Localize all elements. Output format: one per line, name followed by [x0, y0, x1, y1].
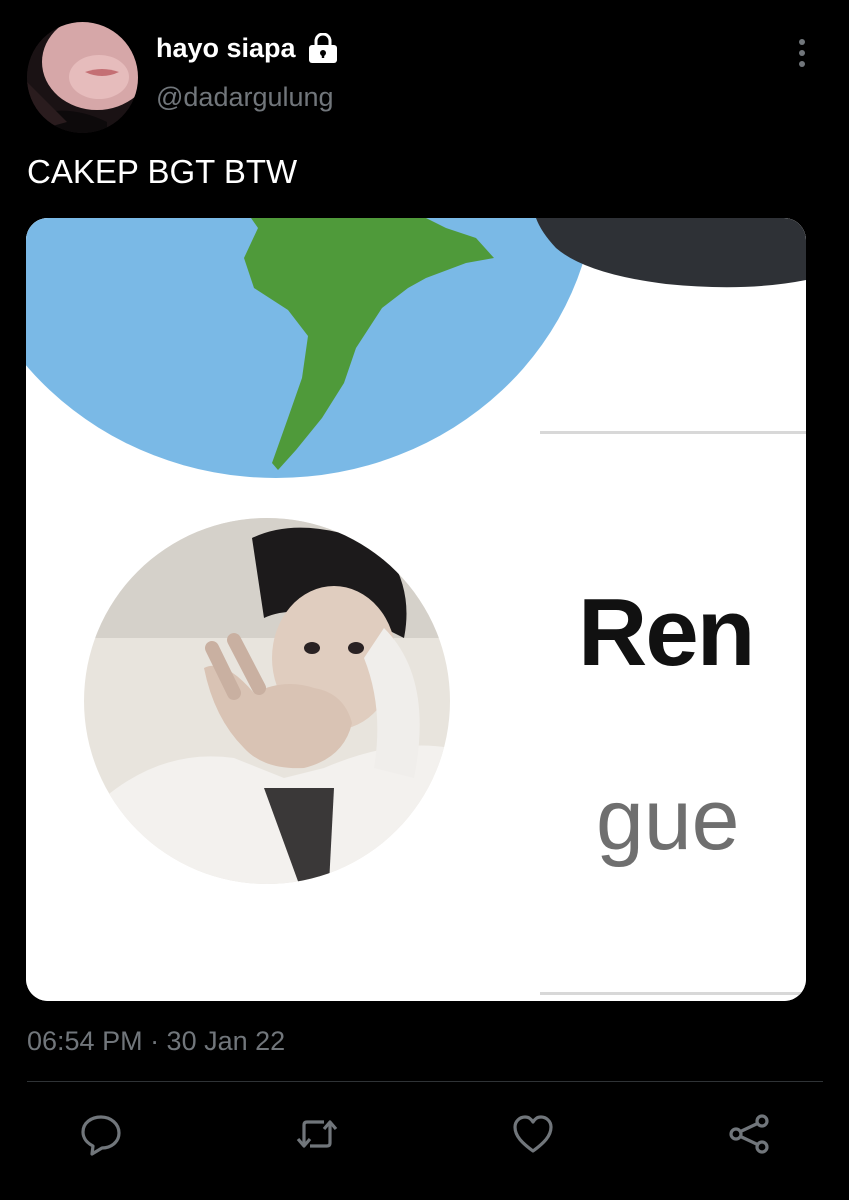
like-button[interactable]: [510, 1111, 556, 1157]
reply-icon: [81, 1115, 121, 1156]
media-profile-name: Ren: [578, 579, 755, 686]
tweet-media[interactable]: Ren gue: [26, 218, 806, 1001]
avatar-image: [27, 22, 138, 133]
lock-icon: [307, 32, 339, 63]
author-display-name[interactable]: hayo siapa: [156, 30, 296, 66]
tweet-text: CAKEP BGT BTW: [27, 153, 298, 190]
divider: [27, 1081, 823, 1082]
author-avatar[interactable]: [27, 22, 138, 133]
media-profile-photo: [84, 518, 450, 884]
share-button[interactable]: [726, 1111, 772, 1157]
more-options-icon[interactable]: [788, 36, 816, 72]
reply-button[interactable]: [78, 1111, 124, 1157]
retweet-button[interactable]: [294, 1111, 340, 1157]
retweet-icon: [296, 1120, 338, 1148]
share-icon: [729, 1114, 769, 1154]
like-icon: [513, 1115, 553, 1153]
author-handle[interactable]: @dadargulung: [156, 80, 334, 114]
tweet-timestamp[interactable]: 06:54 PM · 30 Jan 22: [27, 1024, 285, 1058]
media-profile-bio: gue: [596, 772, 740, 868]
